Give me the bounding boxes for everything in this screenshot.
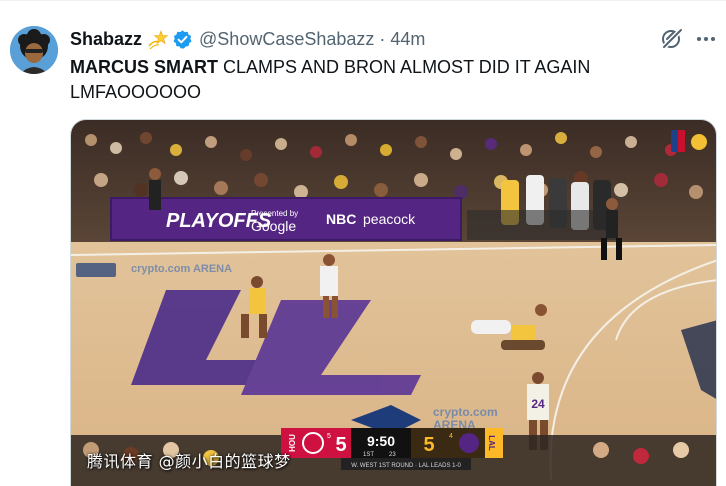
display-name[interactable]: Shabazz — [70, 29, 142, 50]
away-score: 5 — [423, 434, 434, 456]
series-status: W. WEST 1ST ROUND · LAL LEADS 1-0 — [351, 463, 461, 469]
arena-sign: crypto.com ARENA — [131, 263, 232, 275]
banner-presented: Presented by — [251, 209, 298, 218]
grok-icon[interactable] — [659, 26, 685, 52]
away-abbr: LAL — [487, 435, 496, 451]
banner-google: Google — [251, 218, 296, 234]
tweet-video[interactable]: PLAYOFFS Presented by Google NBC peacock… — [70, 119, 717, 486]
tweet-card[interactable]: Shabazz @ShowCaseShabazz · 44m MARCUS SM… — [0, 0, 726, 486]
home-score: 5 — [335, 434, 346, 456]
away-seed: 4 — [449, 433, 453, 440]
video-frame: PLAYOFFS Presented by Google NBC peacock… — [71, 120, 716, 486]
game-clock: 9:50 — [367, 433, 395, 449]
shot-clock: 23 — [389, 452, 396, 458]
arena-center-top: crypto.com — [433, 405, 498, 419]
lakers-logo — [459, 433, 479, 453]
banner-nbc: NBC — [326, 211, 356, 227]
verified-badge-icon — [172, 29, 193, 50]
separator-dot: · — [379, 28, 386, 49]
timestamp[interactable]: 44m — [390, 29, 425, 50]
quarter: 1ST — [363, 452, 374, 458]
more-icon[interactable] — [693, 26, 719, 52]
network-logo — [691, 134, 707, 150]
banner-peacock: peacock — [363, 211, 416, 227]
avatar-illustration — [10, 26, 58, 74]
tweet-text-bold: MARCUS SMART — [70, 57, 218, 77]
tweet-header: Shabazz @ShowCaseShabazz · 44m — [70, 28, 425, 50]
home-seed: 5 — [327, 433, 331, 440]
video-watermark: 腾讯体育 @颜小白的篮球梦 — [87, 452, 291, 471]
dizzy-star-icon — [147, 28, 169, 50]
tweet-text: MARCUS SMART CLAMPS AND BRON ALMOST DID … — [70, 55, 630, 105]
jersey-number: 24 — [531, 397, 545, 411]
user-handle[interactable]: @ShowCaseShabazz — [199, 29, 374, 50]
divider — [0, 0, 726, 1]
avatar[interactable] — [10, 26, 58, 74]
